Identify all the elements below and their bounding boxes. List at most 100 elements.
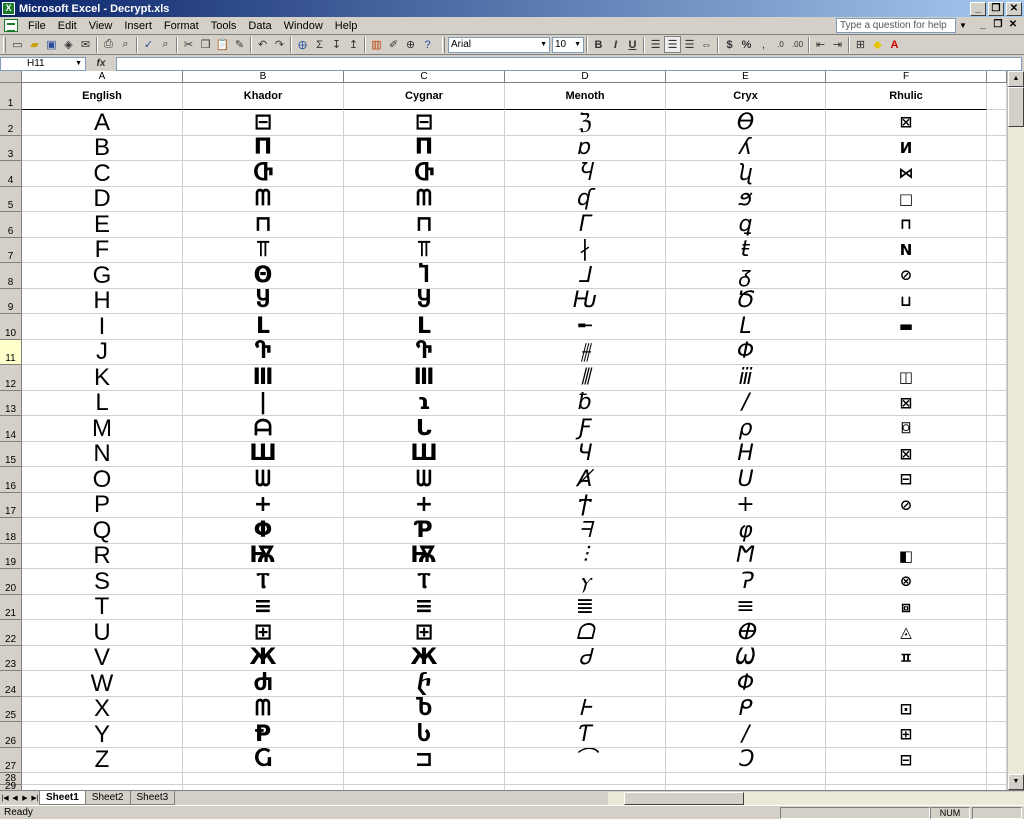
empty-cell[interactable] <box>987 314 1007 340</box>
table-cell[interactable]: ᖷ <box>505 518 666 544</box>
minimize-button[interactable]: _ <box>970 1 986 16</box>
table-cell[interactable]: L <box>344 314 505 340</box>
empty-cell[interactable] <box>987 646 1007 671</box>
header-cell-cryx[interactable]: Cryx <box>666 83 826 110</box>
empty-cell[interactable] <box>987 161 1007 187</box>
table-cell[interactable]: ⊞ <box>826 722 987 748</box>
table-cell[interactable]: ʎ <box>666 136 826 161</box>
table-cell[interactable]: Ƭ <box>505 722 666 748</box>
insert-function-icon[interactable]: fx <box>86 58 116 69</box>
table-cell[interactable]: ⊠ <box>826 391 987 416</box>
table-cell[interactable]: Ⴘ <box>344 289 505 314</box>
table-cell[interactable]: ⫪ <box>183 238 344 263</box>
empty-cell[interactable] <box>987 289 1007 314</box>
doc-close-button[interactable]: ✕ <box>1006 19 1020 32</box>
table-cell[interactable]: ᗰ <box>183 697 344 722</box>
table-cell[interactable]: L <box>183 314 344 340</box>
tab-sheet2[interactable]: Sheet2 <box>84 791 131 805</box>
menu-format[interactable]: Format <box>158 20 205 32</box>
table-cell[interactable]: ⊐ <box>344 748 505 773</box>
table-cell[interactable]: ᗯ <box>183 467 344 493</box>
column-header-e[interactable]: E <box>666 71 826 83</box>
italic-button[interactable]: I <box>607 36 624 53</box>
row-header-14[interactable]: 14 <box>0 416 22 442</box>
table-cell[interactable]: ɒ <box>505 136 666 161</box>
empty-cell[interactable] <box>987 773 1007 785</box>
table-cell[interactable] <box>826 518 987 544</box>
horizontal-scroll-thumb[interactable] <box>624 792 744 805</box>
table-cell[interactable]: Ɂ <box>666 569 826 595</box>
table-cell[interactable]: / <box>666 722 826 748</box>
table-cell[interactable]: Ɔ <box>666 748 826 773</box>
table-cell[interactable]: ⊓ <box>344 212 505 238</box>
column-header-f[interactable]: F <box>826 71 987 83</box>
table-cell[interactable]: / <box>666 391 826 416</box>
excel-icon[interactable]: X <box>2 2 15 15</box>
table-cell[interactable]: Ᵽ <box>183 722 344 748</box>
table-cell[interactable]: Ⲧ <box>344 569 505 595</box>
empty-cell[interactable] <box>987 442 1007 467</box>
table-cell[interactable]: Ⴛ <box>183 671 344 697</box>
empty-cell[interactable] <box>987 595 1007 620</box>
font-name-select[interactable]: Arial ▼ <box>448 36 550 53</box>
table-cell[interactable]: Θ <box>183 263 344 289</box>
empty-cell[interactable] <box>22 773 183 785</box>
table-cell[interactable]: ꝗ <box>666 212 826 238</box>
table-cell[interactable]: L <box>22 391 183 416</box>
table-cell[interactable]: ⊓ <box>183 212 344 238</box>
empty-cell[interactable] <box>987 493 1007 518</box>
table-cell[interactable]: ▬ <box>826 314 987 340</box>
doc-minimize-button[interactable]: _ <box>976 19 990 32</box>
research-icon[interactable]: ⌕ <box>157 36 174 53</box>
table-cell[interactable]: X <box>22 697 183 722</box>
table-cell[interactable]: Ⴘ <box>183 289 344 314</box>
new-icon[interactable]: ▭ <box>9 36 26 53</box>
row-header-22[interactable]: 22 <box>0 620 22 646</box>
empty-cell[interactable] <box>987 748 1007 773</box>
table-cell[interactable]: ᗯ <box>344 467 505 493</box>
table-cell[interactable]: ∤ <box>505 238 666 263</box>
undo-icon[interactable]: ↶ <box>254 36 271 53</box>
table-cell[interactable]: ⊔ <box>826 289 987 314</box>
formula-input[interactable] <box>116 56 1022 71</box>
table-cell[interactable]: Ⴚ <box>183 748 344 773</box>
table-cell[interactable]: Γ <box>505 212 666 238</box>
table-cell[interactable]: ⋈ <box>826 161 987 187</box>
table-cell[interactable]: ϴ <box>666 110 826 136</box>
header-cell-cygnar[interactable]: Cygnar <box>344 83 505 110</box>
empty-cell[interactable] <box>987 136 1007 161</box>
column-header-a[interactable]: A <box>22 71 183 83</box>
table-cell[interactable]: ⊗ <box>826 569 987 595</box>
table-cell[interactable]: ⅲ <box>666 365 826 391</box>
table-cell[interactable]: ⫪ <box>344 238 505 263</box>
table-cell[interactable]: Q <box>22 518 183 544</box>
table-cell[interactable]: ◧ <box>826 544 987 569</box>
percent-button[interactable]: % <box>738 36 755 53</box>
empty-cell[interactable] <box>987 467 1007 493</box>
table-cell[interactable]: Ч <box>505 442 666 467</box>
menu-view[interactable]: View <box>83 20 119 32</box>
table-cell[interactable]: Ⴇ <box>183 161 344 187</box>
restore-button[interactable]: ❐ <box>988 1 1004 16</box>
row-header-17[interactable]: 17 <box>0 493 22 518</box>
empty-cell[interactable] <box>987 697 1007 722</box>
table-cell[interactable]: Π <box>183 136 344 161</box>
table-cell[interactable]: ᵹ <box>666 263 826 289</box>
table-cell[interactable]: ㅍ <box>826 646 987 671</box>
table-cell[interactable]: ʯ <box>666 161 826 187</box>
table-cell[interactable]: Ⴏ <box>505 161 666 187</box>
table-cell[interactable]: Ⱥ <box>505 467 666 493</box>
row-header-16[interactable]: 16 <box>0 467 22 493</box>
table-cell[interactable]: ⌼ <box>826 416 987 442</box>
toolbar-grip-2[interactable] <box>442 36 445 53</box>
redo-icon[interactable]: ↷ <box>271 36 288 53</box>
table-cell[interactable]: M <box>22 416 183 442</box>
cut-icon[interactable]: ✂ <box>180 36 197 53</box>
vertical-scroll-thumb[interactable] <box>1008 87 1024 127</box>
currency-button[interactable]: $ <box>721 36 738 53</box>
table-cell[interactable]: Ս <box>666 467 826 493</box>
menu-edit[interactable]: Edit <box>52 20 83 32</box>
row-header-8[interactable]: 8 <box>0 263 22 289</box>
table-cell[interactable]: ⫴ <box>505 365 666 391</box>
column-header-c[interactable]: C <box>344 71 505 83</box>
